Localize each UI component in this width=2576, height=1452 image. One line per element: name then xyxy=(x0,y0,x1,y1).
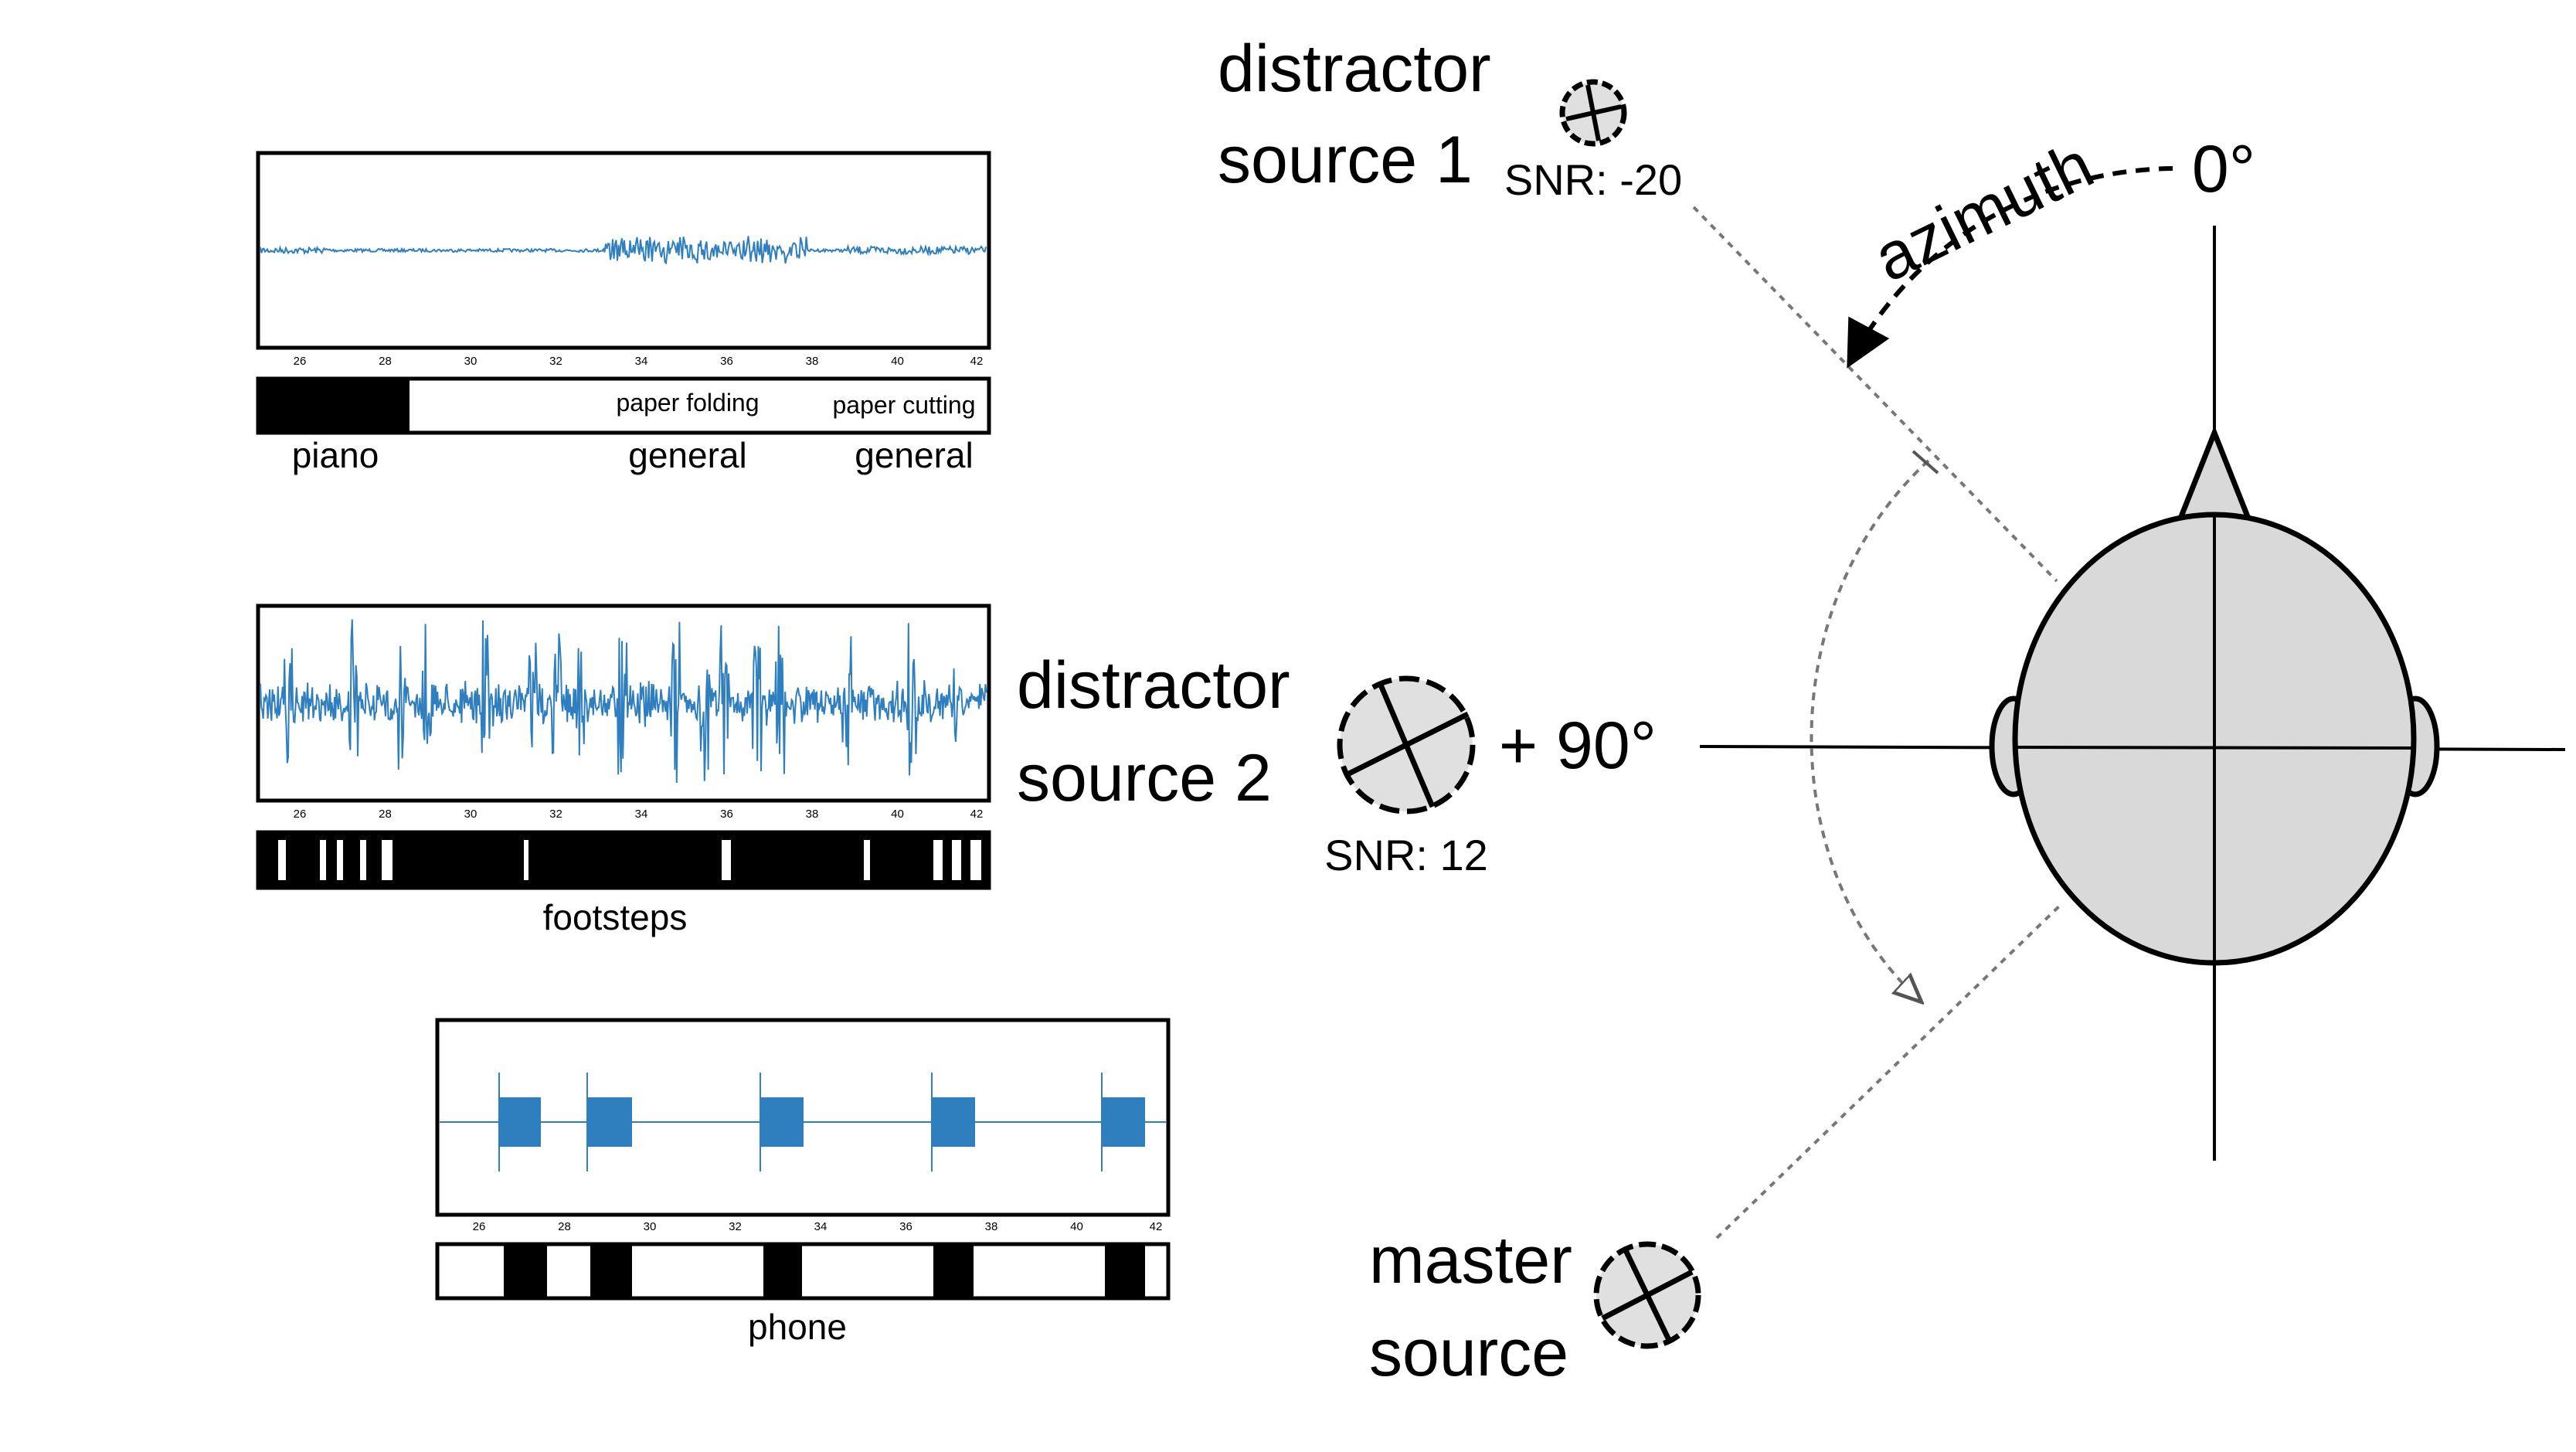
activity-gap xyxy=(382,840,393,880)
waveform-burst xyxy=(1102,1097,1145,1147)
tick-label: 30 xyxy=(644,1220,657,1233)
angle-arc xyxy=(1810,459,1930,1000)
loudspeaker-source-icon xyxy=(1559,79,1627,147)
guide-line-master xyxy=(1715,901,2065,1239)
tick-label: 30 xyxy=(464,808,477,821)
tick-label: 28 xyxy=(379,355,392,368)
tick-label: 38 xyxy=(806,355,819,368)
tick-label: 36 xyxy=(720,355,733,368)
diagram-canvas: 26 28 30 32 34 36 38 40 42 paper folding paper c… xyxy=(256,32,2566,1390)
angle-label-0: 0° xyxy=(2192,132,2255,206)
tick-label: 26 xyxy=(294,808,307,821)
tick-label: 38 xyxy=(985,1220,998,1233)
activity-gap xyxy=(970,840,981,880)
tick-label: 40 xyxy=(1070,1220,1083,1233)
azimuth-label: azimuth xyxy=(1863,128,2105,296)
tick-label: 40 xyxy=(891,808,904,821)
time-axis-ticks: 26 28 30 32 34 36 38 40 42 xyxy=(473,1220,1163,1233)
head-axis-h xyxy=(2016,746,2413,750)
nose xyxy=(2174,425,2255,525)
source-label-line1: distractor xyxy=(1017,648,1290,723)
tick-label: 42 xyxy=(970,808,984,821)
time-axis-ticks: 26 28 30 32 34 36 38 40 42 xyxy=(294,355,984,368)
waveform-burst xyxy=(587,1097,632,1147)
activity-block xyxy=(590,1246,632,1297)
figure-stage: 26 28 30 32 34 36 38 40 42 paper folding paper c… xyxy=(0,0,2576,1448)
tick-label: 26 xyxy=(294,355,307,368)
tick-label: 34 xyxy=(814,1220,828,1233)
waveform-burst xyxy=(760,1097,804,1147)
activity-gap xyxy=(360,840,366,880)
tick-label: 32 xyxy=(549,355,562,368)
tick-label: 26 xyxy=(473,1220,486,1233)
distractor-source-2: distractor source 2 SNR: 12 xyxy=(1017,648,1488,879)
snr-label: SNR: -20 xyxy=(1504,155,1682,204)
spatial-diagram: azimuth 0° + 90° distractor source 1 SNR… xyxy=(1017,32,2566,1390)
tick-label: 36 xyxy=(899,1220,912,1233)
event-label-paper-folding: paper folding xyxy=(616,389,759,417)
activity-gap xyxy=(524,840,528,880)
panel-footsteps: 26 28 30 32 34 36 38 40 42 footsteps xyxy=(256,604,991,937)
loudspeaker-source-icon xyxy=(1593,1241,1701,1349)
tick-label: 42 xyxy=(1150,1220,1163,1233)
listener-head-icon xyxy=(1989,425,2440,966)
tick-label: 30 xyxy=(464,355,477,368)
source-label-line2: source xyxy=(1369,1316,1568,1390)
arc-endcap xyxy=(1912,450,1939,474)
source-label-line2: source 2 xyxy=(1017,741,1272,815)
tick-label: 28 xyxy=(558,1220,571,1233)
activity-gap xyxy=(320,840,326,880)
activity-gap xyxy=(864,840,870,880)
waveform-burst xyxy=(499,1097,541,1147)
class-label-general-2: general xyxy=(855,435,973,475)
angle-label-90: + 90° xyxy=(1499,709,1657,783)
activity-gap xyxy=(722,840,731,880)
waveform-burst xyxy=(932,1097,975,1147)
activity-segment xyxy=(258,379,410,433)
activity-block xyxy=(1105,1246,1145,1297)
activity-gap xyxy=(933,840,943,880)
event-label-paper-cutting: paper cutting xyxy=(832,391,975,419)
activity-block xyxy=(763,1246,802,1297)
panel-phone: 26 28 30 32 34 36 38 40 42 phone xyxy=(435,1018,1171,1347)
tick-label: 28 xyxy=(379,808,392,821)
activity-block xyxy=(933,1246,974,1297)
class-label-general-1: general xyxy=(628,435,746,475)
tick-label: 42 xyxy=(970,355,984,368)
activity-gap xyxy=(278,840,286,880)
class-label-piano: piano xyxy=(292,435,379,475)
tick-label: 34 xyxy=(635,808,648,821)
distractor-source-1: distractor source 1 SNR: -20 xyxy=(1218,32,1682,204)
source-label-line1: master xyxy=(1369,1223,1572,1297)
source-label-line2: source 1 xyxy=(1218,123,1473,197)
activity-gap xyxy=(952,840,961,880)
activity-track xyxy=(256,830,991,890)
tick-label: 32 xyxy=(549,808,562,821)
activity-gap xyxy=(337,840,343,880)
master-source: master source xyxy=(1369,1223,1701,1390)
tick-label: 36 xyxy=(720,808,733,821)
source-label-line1: distractor xyxy=(1218,32,1491,106)
tick-label: 40 xyxy=(891,355,904,368)
panel-piano-paper: 26 28 30 32 34 36 38 40 42 paper folding paper c… xyxy=(256,151,991,475)
caption-footsteps: footsteps xyxy=(543,897,688,937)
tick-label: 38 xyxy=(806,808,819,821)
tick-label: 34 xyxy=(635,355,648,368)
loudspeaker-source-icon xyxy=(1337,675,1476,814)
caption-phone: phone xyxy=(748,1307,847,1347)
snr-label: SNR: 12 xyxy=(1324,831,1488,879)
tick-label: 32 xyxy=(729,1220,742,1233)
activity-block xyxy=(504,1246,547,1297)
time-axis-ticks: 26 28 30 32 34 36 38 40 42 xyxy=(294,808,984,821)
